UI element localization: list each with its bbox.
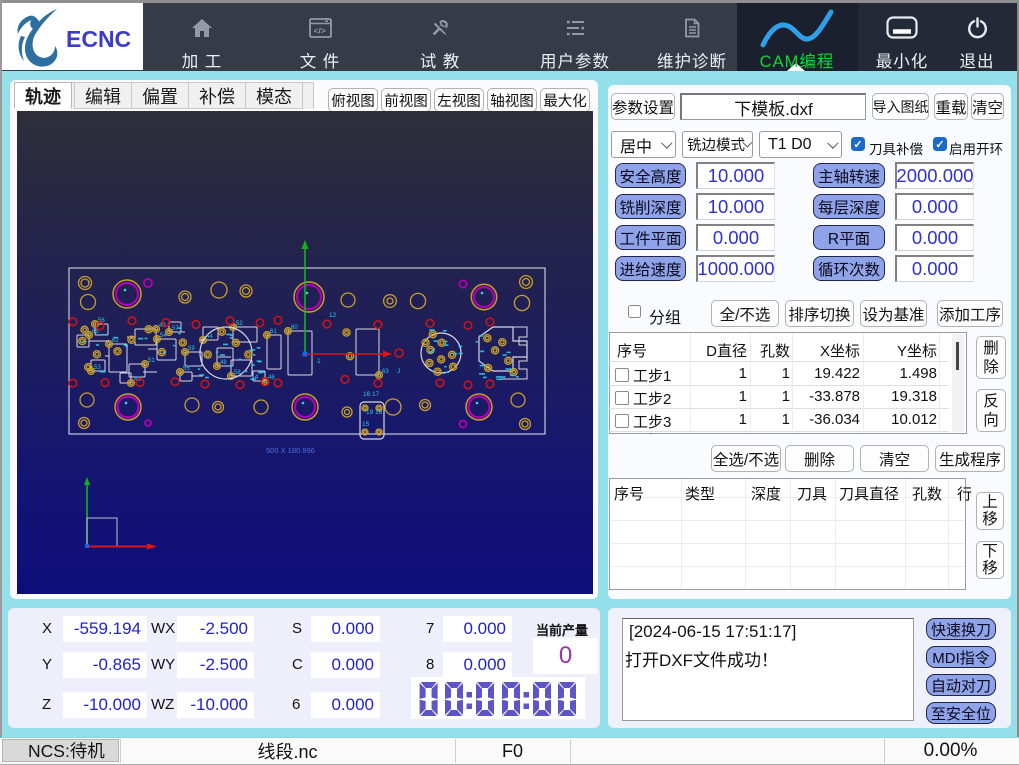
svg-text:</>: </> <box>313 25 325 35</box>
svg-text:48: 48 <box>220 360 227 366</box>
svg-text:60: 60 <box>291 325 298 331</box>
svg-text:55: 55 <box>183 366 190 372</box>
svg-text:63: 63 <box>382 369 389 375</box>
svg-text:1: 1 <box>317 358 321 365</box>
svg-text:53: 53 <box>94 365 101 371</box>
svg-text:51: 51 <box>148 358 155 364</box>
svg-text:52: 52 <box>236 321 243 327</box>
svg-text:19 18: 19 18 <box>366 409 383 416</box>
svg-text:62: 62 <box>112 338 119 344</box>
svg-text:ECNC: ECNC <box>66 26 131 52</box>
svg-text:16 17: 16 17 <box>363 391 380 398</box>
svg-text:J: J <box>397 368 400 375</box>
svg-text:61: 61 <box>270 329 277 335</box>
svg-text:59: 59 <box>188 346 195 352</box>
svg-text:15: 15 <box>362 421 370 428</box>
svg-text:14: 14 <box>251 374 259 381</box>
svg-text:12: 12 <box>329 312 337 319</box>
svg-text:500 X 180.996: 500 X 180.996 <box>266 446 315 455</box>
